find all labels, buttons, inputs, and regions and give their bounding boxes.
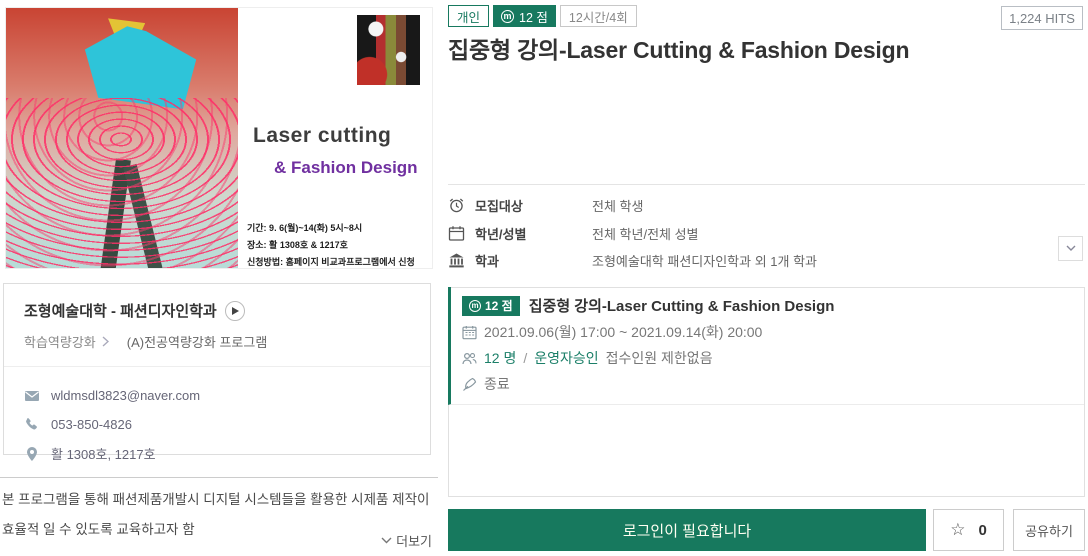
department-expand-button[interactable] xyxy=(1058,236,1083,261)
mileage-icon: m xyxy=(469,300,481,312)
share-button[interactable]: 공유하기 xyxy=(1013,509,1085,551)
contact-email-row: wldmsdl3823@naver.com xyxy=(24,381,410,410)
divider xyxy=(448,184,1085,185)
contact-phone: 053-850-4826 xyxy=(51,417,132,432)
phone-icon xyxy=(24,417,40,433)
page-title: 집중형 강의-Laser Cutting & Fashion Design xyxy=(448,31,1085,65)
contact-location: 활 1308호, 1217호 xyxy=(51,444,156,463)
contact-phone-row: 053-850-4826 xyxy=(24,410,410,439)
organizer-title: 조형예술대학 - 패션디자인학과 xyxy=(24,300,217,321)
star-icon: ☆ xyxy=(950,520,965,540)
bank-icon xyxy=(448,252,465,269)
schedule-points-badge: m 12 점 xyxy=(462,296,520,316)
poster-runway-thumbnail xyxy=(357,15,420,85)
show-more-label: 더보기 xyxy=(396,531,432,550)
info-value: 조형예술대학 패션디자인학과 외 1개 학과 xyxy=(592,251,817,270)
map-pin-icon xyxy=(24,446,40,462)
schedule-date-row: 2021.09.06(월) 17:00 ~ 2021.09.14(화) 20:0… xyxy=(462,322,1070,342)
info-value: 전체 학생 xyxy=(592,196,643,215)
poster-detail-place: 장소: 활 1308호 & 1217호 xyxy=(247,237,415,254)
play-icon xyxy=(232,307,239,315)
chevron-right-icon xyxy=(102,336,109,347)
chevron-down-icon xyxy=(1066,245,1076,252)
badge-mileage-points: m 12 점 xyxy=(493,5,556,27)
info-label: 모집대상 xyxy=(475,196,592,215)
schedule-capacity-note: 접수인원 제한없음 xyxy=(606,348,713,368)
poster-lasercut-skirt xyxy=(6,98,238,268)
program-info-list: 모집대상 전체 학생 학년/성별 전체 학년/전체 성별 학과 조형예술대학 패… xyxy=(448,192,1048,275)
play-button[interactable] xyxy=(225,301,245,321)
schedule-points-label: 12 점 xyxy=(485,297,513,314)
schedule-approval-type: 운영자승인 xyxy=(534,348,598,368)
breadcrumb-program[interactable]: (A)전공역량강화 프로그램 xyxy=(127,332,268,351)
calendar-icon xyxy=(448,225,465,242)
info-row-department: 학과 조형예술대학 패션디자인학과 외 1개 학과 xyxy=(448,247,1048,275)
info-label: 학년/성별 xyxy=(475,224,592,243)
schedule-status: 종료 xyxy=(484,374,510,394)
schedule-title: 집중형 강의-Laser Cutting & Fashion Design xyxy=(529,295,835,316)
contact-location-row: 활 1308호, 1217호 xyxy=(24,439,410,468)
capacity-separator: / xyxy=(523,350,527,366)
info-value: 전체 학년/전체 성별 xyxy=(592,224,699,243)
schedule-item[interactable]: m 12 점 집중형 강의-Laser Cutting & Fashion De… xyxy=(448,287,1084,405)
poster-text-panel: Laser cutting & Fashion Design 기간: 9. 6(… xyxy=(238,8,432,268)
breadcrumb: 학습역량강화 (A)전공역량강화 프로그램 xyxy=(24,332,410,351)
people-icon xyxy=(462,351,477,366)
organizer-card: 조형예술대학 - 패션디자인학과 학습역량강화 (A)전공역량강화 프로그램 w… xyxy=(3,283,431,455)
badge-hours: 12시간/4회 xyxy=(560,5,637,27)
badge-personal: 개인 xyxy=(448,5,489,27)
breadcrumb-category[interactable]: 학습역량강화 xyxy=(24,332,96,351)
mail-icon xyxy=(24,388,40,404)
schedule-date-range: 2021.09.06(월) 17:00 ~ 2021.09.14(화) 20:0… xyxy=(484,322,762,342)
poster-photo xyxy=(6,8,238,268)
pen-icon xyxy=(462,377,477,392)
poster-detail-apply: 신청방법: 홈페이지 비교과프로그램에서 신청 xyxy=(247,254,415,268)
favorite-button[interactable]: ☆ 0 xyxy=(933,509,1004,551)
schedule-box: m 12 점 집중형 강의-Laser Cutting & Fashion De… xyxy=(448,287,1085,497)
info-row-grade-gender: 학년/성별 전체 학년/전체 성별 xyxy=(448,220,1048,248)
poster-detail-period: 기간: 9. 6(월)~14(화) 5시~8시 xyxy=(247,220,415,237)
info-row-target: 모집대상 전체 학생 xyxy=(448,192,1048,220)
login-required-button[interactable]: 로그인이 필요합니다 xyxy=(448,509,926,551)
schedule-capacity: 12 명 xyxy=(484,348,516,368)
mileage-icon: m xyxy=(501,10,514,23)
chevron-down-icon xyxy=(381,537,392,544)
schedule-capacity-row: 12 명 / 운영자승인 접수인원 제한없음 xyxy=(462,348,1070,368)
info-label: 학과 xyxy=(475,251,592,270)
show-more-link[interactable]: 더보기 xyxy=(381,531,432,550)
favorite-count: 0 xyxy=(978,522,986,539)
alarm-clock-icon xyxy=(448,197,465,214)
poster-model-vest xyxy=(85,26,196,109)
badge-points-label: 12 점 xyxy=(519,7,548,26)
contact-email: wldmsdl3823@naver.com xyxy=(51,388,200,403)
schedule-status-row: 종료 xyxy=(462,374,1070,394)
poster-sub-title: & Fashion Design xyxy=(274,158,418,178)
badge-row: 개인 m 12 점 12시간/4회 xyxy=(448,5,637,27)
poster-main-title: Laser cutting xyxy=(253,124,391,148)
hits-counter: 1,224 HITS xyxy=(1001,6,1083,30)
poster-details: 기간: 9. 6(월)~14(화) 5시~8시 장소: 활 1308호 & 12… xyxy=(247,220,415,268)
calendar-date-icon xyxy=(462,325,477,340)
program-poster: Laser cutting & Fashion Design 기간: 9. 6(… xyxy=(6,8,432,268)
